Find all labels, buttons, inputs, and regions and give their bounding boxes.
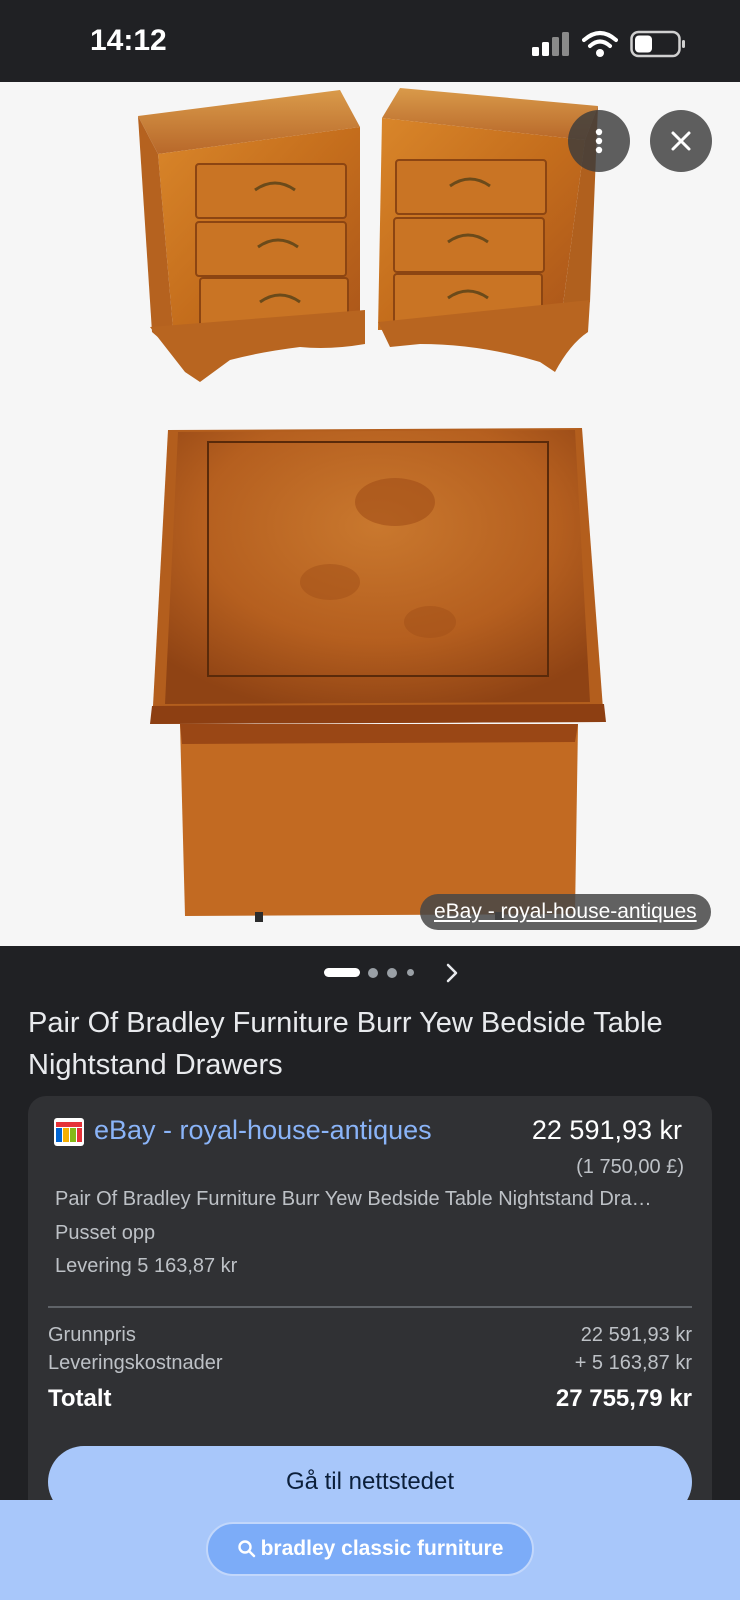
more-vert-icon [595,128,603,154]
close-icon [671,131,691,151]
offer-description: Pair Of Bradley Furniture Burr Yew Bedsi… [55,1188,655,1210]
total-value: 27 755,79 kr [555,1385,692,1412]
product-title: Pair Of Bradley Furniture Burr Yew Bedsi… [28,1007,663,1081]
shipping-label: Leveringskostnader [48,1352,223,1374]
more-options-button[interactable] [568,110,630,172]
bottom-search-bar: bradley classic furniture [0,1500,740,1600]
close-button[interactable] [650,110,712,172]
delivery-cost: Levering 5 163,87 kr [55,1255,238,1277]
status-bar: 14:12 [0,0,740,82]
cellular-signal-icon [532,32,569,56]
image-pager [0,958,740,988]
image-viewer[interactable]: eBay - royal-house-antiques [0,82,740,946]
base-price-label: Grunnpris [48,1324,136,1346]
tabletop-view [150,428,606,922]
item-condition: Pusset opp [55,1222,156,1244]
price: 22 591,93 kr [531,1115,682,1145]
pager-dot-active[interactable] [324,968,360,977]
battery-icon [630,30,685,58]
merchant-name[interactable]: eBay - royal-house-antiques [94,1110,432,1150]
pager-dot[interactable] [407,969,414,976]
status-time: 14:12 [90,24,167,57]
left-nightstand [138,90,365,382]
product-image [138,88,606,922]
divider [48,1306,692,1308]
pager-dot[interactable] [368,968,378,978]
image-source-link[interactable]: eBay - royal-house-antiques [420,894,711,930]
total-label: Totalt [48,1385,112,1412]
pager-dot[interactable] [387,968,397,978]
search-query-text: bradley classic furniture [260,1537,504,1560]
search-icon [237,1540,255,1558]
search-query-pill[interactable]: bradley classic furniture [206,1522,534,1576]
wifi-icon [582,31,618,57]
original-currency-price: (1 750,00 £) [576,1156,684,1178]
right-nightstand [378,88,598,372]
chevron-right-icon[interactable] [440,960,464,986]
ebay-logo-icon [54,1118,84,1146]
base-price-value: 22 591,93 kr [580,1324,692,1346]
shipping-value: + 5 163,87 kr [574,1352,692,1374]
